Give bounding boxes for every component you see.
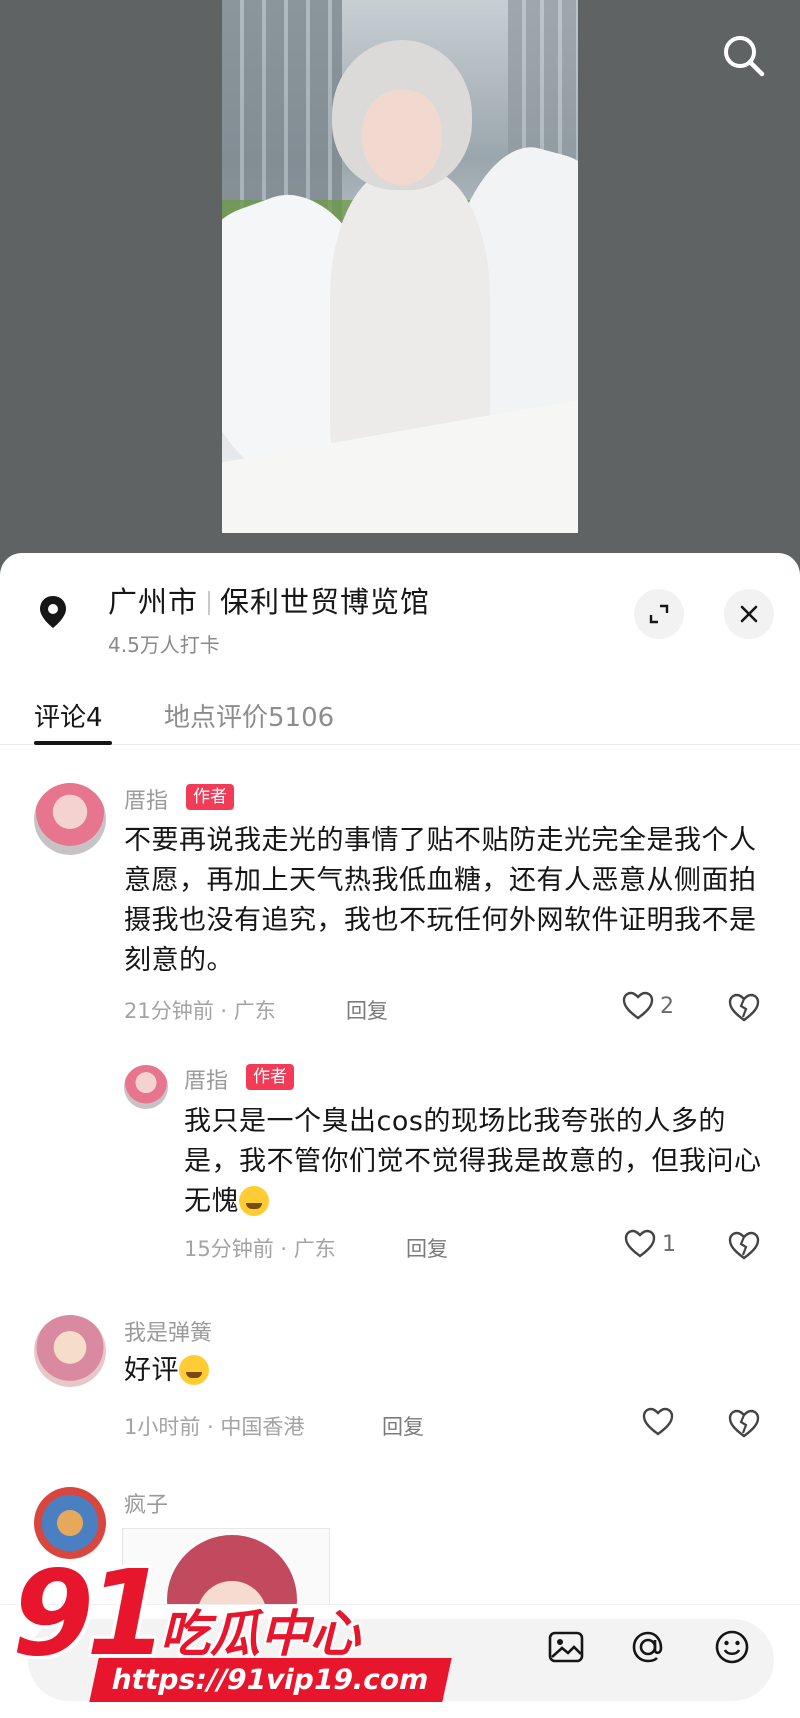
comment-meta: 1小时前 · 中国香港 [124,1415,305,1439]
active-tab-indicator [34,741,112,745]
comment-username[interactable]: 厝指 [184,1063,228,1095]
comment-meta: 21分钟前 · 广东 [124,999,276,1023]
comment-meta: 15分钟前 · 广东 [184,1237,336,1261]
media-area [0,0,800,560]
author-badge: 作者 [246,1064,294,1090]
comment-text: 好评 [124,1351,724,1391]
like-button[interactable]: 1 [624,1229,676,1259]
watermark: 91 吃瓜中心 https://91vip19.com [12,1548,452,1708]
close-button[interactable] [724,589,774,639]
cover-photo[interactable] [222,0,578,533]
reply-button[interactable]: 回复 [406,1233,448,1263]
broken-heart-icon[interactable] [728,1409,760,1443]
broken-heart-icon[interactable] [728,993,760,1027]
emoji-icon[interactable] [712,1627,752,1667]
comment-text: 不要再说我走光的事情了贴不贴防走光完全是我个人意愿，再加上天气热我低血糖，还有人… [124,825,757,976]
like-button[interactable] [642,1407,680,1437]
location-title[interactable]: 广州市 保利世贸博览馆 [108,579,430,621]
comment-text-content: 好评 [124,1355,179,1386]
like-count: 1 [662,1231,676,1257]
like-button[interactable]: 2 [622,991,674,1021]
heart-icon [622,991,654,1020]
like-count: 2 [660,993,674,1019]
city-name: 广州市 [108,585,199,619]
location-pin-icon [34,593,72,631]
watermark-brand: 吃瓜中心 [160,1605,360,1663]
title-divider [208,591,211,615]
laughing-crying-emoji [239,1186,269,1216]
tab-location-reviews[interactable]: 地点评价5106 [164,697,334,734]
tab-comments[interactable]: 评论4 [34,697,103,734]
pleading-emoji [179,1355,209,1385]
comment-username[interactable]: 疯子 [124,1487,168,1519]
watermark-url: https://91vip19.com [89,1658,452,1702]
at-icon[interactable] [628,1627,668,1667]
comment-username[interactable]: 厝指 [124,783,168,815]
avatar[interactable] [124,1065,168,1109]
image-icon[interactable] [546,1627,586,1667]
expand-icon [649,604,669,624]
face [362,90,442,185]
venue-name: 保利世贸博览馆 [220,585,431,619]
tab-bar: 评论4 地点评价5106 [0,673,800,745]
author-badge: 作者 [186,784,234,810]
reply-button[interactable]: 回复 [382,1411,424,1441]
heart-icon [642,1407,674,1436]
heart-icon [624,1229,656,1258]
avatar[interactable] [34,1315,106,1387]
comment-text: 我只是一个臭出cos的现场比我夸张的人多的是，我不管你们觉不觉得我是故意的，但我… [184,1102,764,1222]
reply-button[interactable]: 回复 [346,995,388,1025]
avatar[interactable] [34,783,106,855]
expand-button[interactable] [634,589,684,639]
comment-username[interactable]: 我是弹簧 [124,1315,212,1347]
close-icon [740,605,758,623]
broken-heart-icon[interactable] [728,1231,760,1265]
comment-text-content: 我只是一个臭出cos的现场比我夸张的人多的是，我不管你们觉不觉得我是故意的，但我… [184,1106,762,1217]
search-icon[interactable] [718,30,770,82]
location-header: 广州市 保利世贸博览馆 4.5万人打卡 [0,553,800,663]
checkin-count: 4.5万人打卡 [108,633,220,657]
